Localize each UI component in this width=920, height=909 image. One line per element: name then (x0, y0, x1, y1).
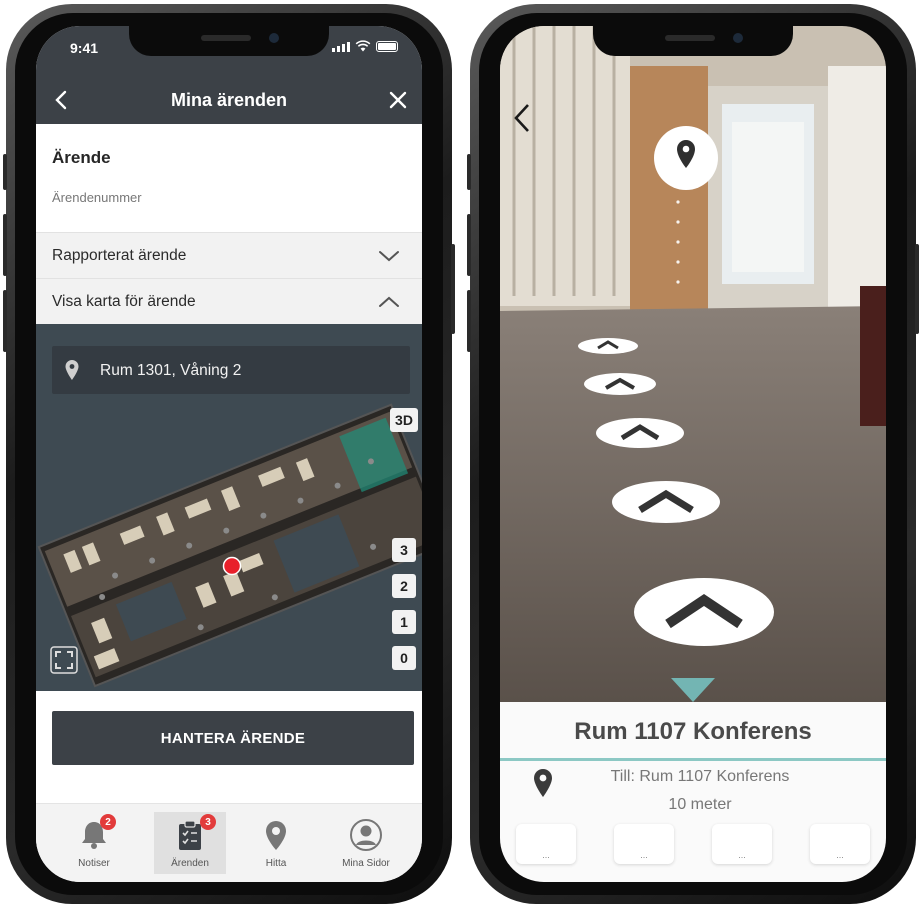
chevron-up-icon (379, 296, 399, 307)
distance-text: 10 meter (668, 796, 732, 813)
nav-bar: Mina ärenden (36, 78, 422, 124)
slot-button[interactable]: ... (810, 824, 870, 864)
mute-switch (3, 154, 7, 190)
location-text: Rum 1301, Våning 2 (100, 362, 242, 379)
slot-button[interactable]: ... (614, 824, 674, 864)
map-pin-icon (65, 360, 79, 380)
phone-frame-left: 9:41 Mina ärenden Ärende Ärendenummer Ra… (3, 4, 455, 904)
phone-frame-right: Rum 1107 Konferens Till: Rum 1107 Konfer… (467, 4, 919, 904)
notch (129, 26, 329, 56)
tab-label: Notiser (78, 858, 110, 869)
volume-up-button (467, 214, 471, 276)
chevron-down-icon (379, 251, 399, 262)
mute-switch (467, 154, 471, 190)
tab-notiser[interactable]: 2 Notiser (58, 812, 130, 874)
right-screen: Rum 1107 Konferens Till: Rum 1107 Konfer… (500, 26, 886, 882)
case-header: Ärende Ärendenummer (36, 124, 422, 232)
tab-hitta[interactable]: Hitta (240, 812, 312, 874)
destination-text: Till: Rum 1107 Konferens (610, 768, 790, 785)
accordion-label: Visa karta för ärende (52, 293, 196, 310)
navigation-card: Rum 1107 Konferens Till: Rum 1107 Konfer… (500, 702, 886, 882)
notch (593, 26, 793, 56)
fullscreen-icon[interactable] (50, 646, 78, 674)
page-title: Mina ärenden (170, 90, 288, 110)
volume-down-button (3, 290, 7, 352)
back-chevron-icon[interactable] (510, 102, 534, 134)
status-time: 9:41 (70, 40, 99, 56)
close-icon[interactable] (386, 88, 410, 112)
map-pin-icon (266, 821, 286, 850)
floor-0-button[interactable]: 0 (392, 646, 416, 670)
slot-button[interactable]: ... (712, 824, 772, 864)
floor-2-button[interactable]: 2 (392, 574, 416, 598)
power-button (915, 244, 919, 334)
accordion-label: Rapporterat ärende (52, 247, 187, 264)
tab-label: Mina Sidor (342, 858, 390, 869)
floor-1-button[interactable]: 1 (392, 610, 416, 634)
action-slots: ... ... ... ... (516, 824, 870, 864)
view-3d-button[interactable]: 3D (390, 408, 418, 432)
direction-indicator (671, 678, 715, 702)
volume-down-button (467, 290, 471, 352)
case-heading: Ärende (52, 148, 111, 167)
manage-case-button[interactable]: HANTERA ÄRENDE (52, 711, 414, 765)
signal-icon (332, 42, 350, 52)
left-screen: 9:41 Mina ärenden Ärende Ärendenummer Ra… (36, 26, 422, 882)
case-location-marker[interactable] (222, 556, 242, 576)
tab-label: Hitta (265, 858, 287, 869)
location-bar: Rum 1301, Våning 2 (52, 346, 410, 394)
accordion-reported-case[interactable]: Rapporterat ärende (36, 232, 422, 278)
battery-icon (376, 41, 398, 52)
floor-map[interactable]: Rum 1301, Våning 2 3D 3 2 1 0 (36, 324, 422, 691)
notification-badge: 3 (200, 814, 216, 830)
volume-up-button (3, 214, 7, 276)
status-icons (332, 40, 398, 52)
destination-title: Rum 1107 Konferens (574, 718, 812, 745)
case-number-label: Ärendenummer (52, 190, 142, 205)
tab-arenden[interactable]: 3 Ärenden (154, 812, 226, 874)
slot-button[interactable]: ... (516, 824, 576, 864)
accent-divider (500, 758, 886, 761)
wifi-icon (355, 40, 371, 52)
power-button (451, 244, 455, 334)
notification-badge: 2 (100, 814, 116, 830)
tab-label: Ärenden (171, 858, 209, 869)
user-avatar-icon (350, 819, 382, 851)
action-area: HANTERA ÄRENDE (36, 691, 422, 803)
accordion-show-map[interactable]: Visa karta för ärende (36, 278, 422, 324)
tab-bar: 2 Notiser 3 Ärenden Hitta Mina Sidor (36, 803, 422, 882)
tab-mina-sidor[interactable]: Mina Sidor (330, 812, 402, 874)
floor-3-button[interactable]: 3 (392, 538, 416, 562)
